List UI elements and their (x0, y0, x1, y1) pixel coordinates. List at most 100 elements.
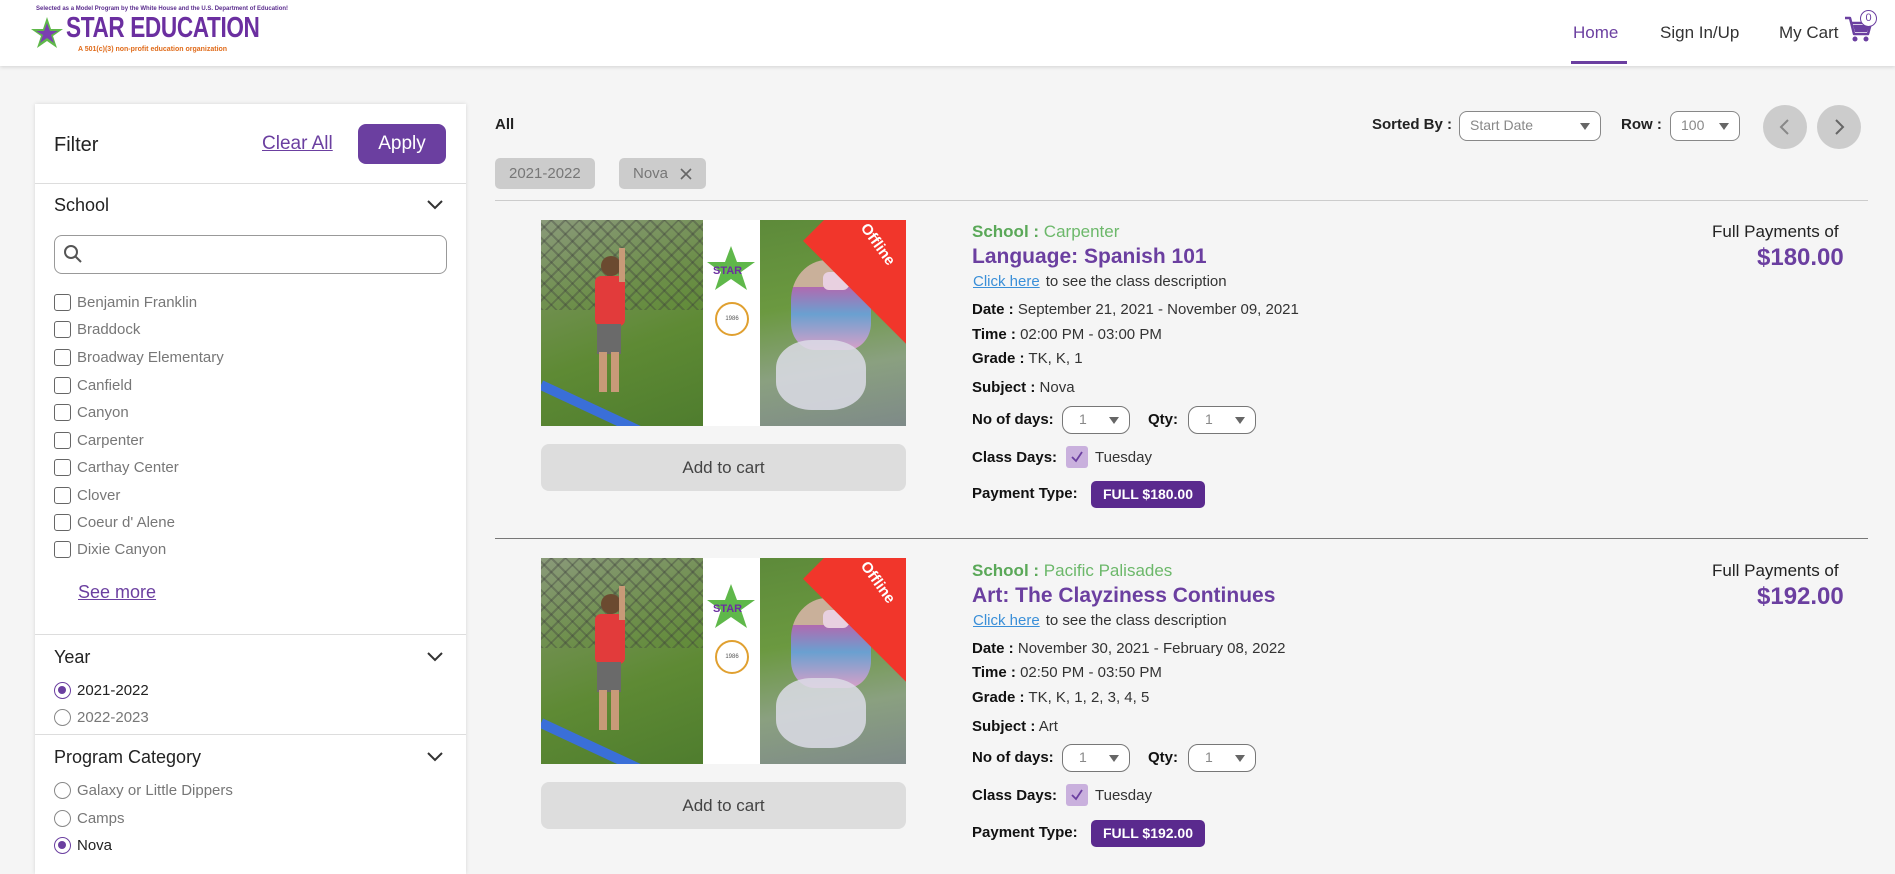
school-option[interactable]: Carpenter (54, 429, 144, 451)
checkbox[interactable] (54, 376, 71, 394)
checkbox[interactable] (54, 513, 71, 531)
filter-chip-year[interactable]: 2021-2022 (495, 158, 595, 189)
payment-full-badge[interactable]: FULL $192.00 (1091, 820, 1206, 847)
logo-name: STAR EDUCATION (66, 12, 260, 44)
divider (35, 634, 466, 635)
payment-type-label-text: Payment Type: (972, 485, 1078, 502)
date-value: November 30, 2021 - February 08, 2022 (1017, 640, 1286, 657)
checkbox[interactable] (54, 320, 71, 338)
payment-full-badge[interactable]: FULL $180.00 (1091, 481, 1206, 508)
radio[interactable] (54, 809, 71, 827)
checkbox[interactable] (54, 431, 71, 449)
divider (35, 734, 466, 735)
year-option-label: 2021-2022 (77, 681, 149, 699)
chevron-down-icon[interactable] (427, 200, 443, 210)
school-search-input[interactable] (91, 242, 431, 266)
radio-selected[interactable] (54, 836, 71, 854)
school-option[interactable]: Canyon (54, 401, 129, 423)
row-select[interactable]: 100 (1670, 111, 1740, 141)
nav-my-cart[interactable]: My Cart (1779, 0, 1839, 66)
year-option[interactable]: 2022-2023 (54, 706, 149, 728)
checkbox[interactable] (54, 458, 71, 476)
qty-select[interactable]: 1 (1188, 406, 1256, 434)
school-option[interactable]: Dixie Canyon (54, 538, 166, 560)
school-search-box[interactable] (54, 235, 447, 274)
checkbox[interactable] (54, 486, 71, 504)
subject-value: Nova (1039, 379, 1075, 396)
sort-select[interactable]: Start Date (1459, 111, 1601, 141)
chevron-down-icon[interactable] (427, 752, 443, 762)
prev-page-button[interactable] (1763, 105, 1807, 149)
clear-all-link[interactable]: Clear All (262, 133, 333, 155)
grade-value: TK, K, 1, 2, 3, 4, 5 (1028, 689, 1150, 706)
checkbox[interactable] (54, 293, 71, 311)
days-select[interactable]: 1 (1062, 744, 1130, 772)
add-to-cart-button[interactable]: Add to cart (541, 444, 906, 491)
class-days-label: Class Days: (972, 449, 1057, 466)
search-icon (64, 245, 82, 263)
nav-home-active-indicator (1571, 61, 1627, 64)
class-days-label-text: Class Days: (972, 449, 1058, 466)
school-option[interactable]: Braddock (54, 318, 140, 340)
checkbox[interactable] (54, 403, 71, 421)
see-more-link[interactable]: See more (78, 582, 156, 603)
price-label: Full Payments of (1712, 222, 1839, 241)
qty-select-value: 1 (1205, 411, 1213, 427)
time-value: 02:00 PM - 03:00 PM (1020, 326, 1162, 343)
radio[interactable] (54, 781, 71, 799)
course-image[interactable]: STAR 1986 Offline (541, 220, 906, 426)
boy-figure (595, 248, 625, 392)
school-option[interactable]: Broadway Elementary (54, 346, 224, 368)
qty-select[interactable]: 1 (1188, 744, 1256, 772)
qty-label-text: Qty: (1148, 411, 1178, 428)
nav-sign-in[interactable]: Sign In/Up (1660, 0, 1739, 66)
radio[interactable] (54, 708, 71, 726)
radio-selected[interactable] (54, 681, 71, 699)
checkbox[interactable] (54, 540, 71, 558)
svg-text:STAR: STAR (713, 603, 742, 615)
program-option[interactable]: Camps (54, 807, 125, 829)
svg-text:STAR: STAR (713, 265, 742, 277)
subject-label: Subject : (972, 379, 1036, 396)
star-logo-icon: STAR (707, 246, 755, 290)
program-option[interactable]: Nova (54, 834, 112, 856)
star-education-logo[interactable]: Selected as a Model Program by the White… (30, 4, 288, 56)
school-option[interactable]: Carthay Center (54, 456, 179, 478)
course-title[interactable]: Language: Spanish 101 (972, 245, 1207, 269)
course-title[interactable]: Art: The Clayziness Continues (972, 584, 1275, 608)
next-page-button[interactable] (1817, 105, 1861, 149)
school-option[interactable]: Benjamin Franklin (54, 291, 197, 313)
checkbox[interactable] (54, 348, 71, 366)
click-here-link[interactable]: Click here (973, 612, 1040, 629)
click-here-link[interactable]: Click here (973, 273, 1040, 290)
school-section-title: School (54, 195, 110, 215)
class-day-checkbox[interactable] (1066, 446, 1088, 468)
school-option-label: Dixie Canyon (77, 540, 167, 558)
row-select-value: 100 (1681, 117, 1705, 133)
divider (495, 538, 1868, 539)
course-subject: Subject : Nova (972, 379, 1075, 396)
days-select[interactable]: 1 (1062, 406, 1130, 434)
school-option-label: Canyon (77, 403, 129, 421)
date-label: Date : (972, 640, 1014, 657)
grade-label: Grade : (972, 689, 1025, 706)
filter-chip-nova[interactable]: Nova (619, 158, 707, 189)
add-to-cart-button[interactable]: Add to cart (541, 782, 906, 829)
year-option[interactable]: 2021-2022 (54, 679, 149, 701)
school-option[interactable]: Clover (54, 484, 120, 506)
program-option-label: Camps (77, 809, 125, 827)
school-option[interactable]: Coeur d' Alene (54, 511, 175, 533)
school-option[interactable]: Canfield (54, 374, 132, 396)
course-image[interactable]: STAR 1986 Offline (541, 558, 906, 764)
grade-label: Grade : (972, 350, 1025, 367)
apply-button[interactable]: Apply (358, 124, 446, 164)
school-option-label: Clover (77, 486, 121, 504)
program-option[interactable]: Galaxy or Little Dippers (54, 779, 233, 801)
close-icon[interactable] (680, 168, 692, 180)
school-option-label: Benjamin Franklin (77, 293, 198, 311)
chip-label: 2021-2022 (509, 165, 581, 182)
chevron-down-icon[interactable] (427, 652, 443, 662)
class-day-checkbox[interactable] (1066, 784, 1088, 806)
grade-value: TK, K, 1 (1028, 350, 1083, 367)
nav-home[interactable]: Home (1573, 0, 1618, 66)
